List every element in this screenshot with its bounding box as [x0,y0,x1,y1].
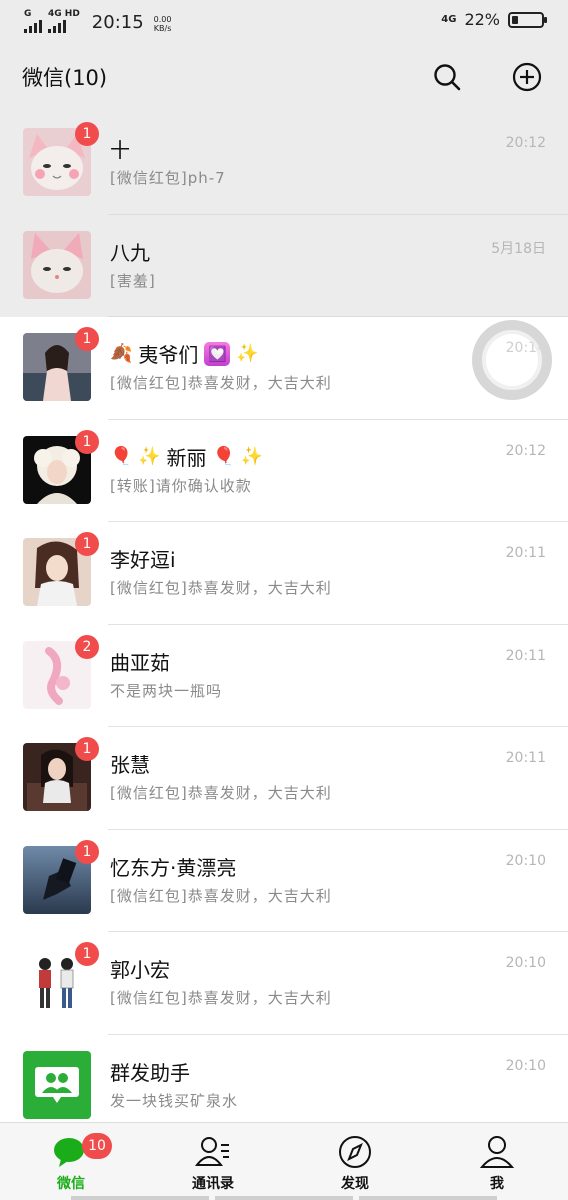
status-left: G 4G HD 20:15 0.00 KB/s [24,10,171,33]
chat-name-text: 八九 [110,240,150,265]
avatar [23,230,91,299]
chat-time: 20:11 [505,647,546,664]
contacts-icon [195,1137,229,1166]
tab-label: 发现 [341,1176,369,1192]
unread-badge: 1 [75,122,99,146]
chat-item[interactable]: 群发助手 发一块钱买矿泉水 20:10 [0,1035,568,1123]
battery-icon [508,11,547,28]
chat-time: 20:10 [505,1057,546,1074]
chat-item[interactable]: 1 李好逗i [微信红包]恭喜发财，大吉大利 20:11 [0,522,568,625]
chat-name: 曲亚茹 [110,647,170,676]
unread-badge: 1 [75,429,99,454]
speed-unit: KB/s [153,24,172,33]
sim2-signal: 4G HD [48,10,80,33]
search-icon[interactable] [432,62,462,92]
floating-assistive-button[interactable] [472,320,552,400]
unread-badge: 1 [75,737,99,761]
page-title: 微信(10) [22,66,108,90]
chat-name-text: 曲亚茹 [110,650,170,675]
chat-name-text: 十 [110,138,130,162]
chat-name: 李好逗i [110,544,176,573]
chat-item[interactable]: 2 曲亚茹 不是两块一瓶吗 20:11 [0,625,568,727]
tab-label: 我 [490,1176,504,1192]
chat-item[interactable]: 1 🎈 ✨ 新丽 🎈 ✨ [转账]请你确认收款 20:12 [0,420,568,522]
chat-item[interactable]: 1 张慧 [微信红包]恭喜发财，大吉大利 20:11 [0,727,568,830]
chat-name-text: 李好逗i [110,548,176,572]
chat-name: 郭小宏 [110,954,170,983]
heart-emoji: 💟 [204,341,231,366]
bottom-tab-bar: 10 微信 通讯录 发现 我 [0,1122,568,1200]
balloon-sparkles-emoji: 🎈 ✨ [110,445,161,467]
chat-name: 八九 [110,237,150,266]
signal-bars-icon [24,20,42,33]
chat-time: 20:12 [505,135,546,151]
bottom-strip [0,1196,568,1200]
unread-badge: 1 [75,839,99,864]
chat-name-text: 夷爷们 [138,343,199,367]
unread-badge: 1 [75,532,99,556]
chat-name-text: 忆东方·黄漂亮 [110,855,237,880]
chat-time: 5月18日 [491,240,546,257]
chat-name: 十 [110,134,130,163]
compass-icon [339,1136,371,1168]
chat-preview: [微信红包]恭喜发财，大吉大利 [110,886,332,905]
chat-preview: [微信红包]ph-7 [110,169,226,187]
status-right: 4G 22% [441,10,547,29]
network-speed: 0.00 KB/s [154,15,172,33]
chat-time: 20:10 [505,955,546,971]
unread-badge: 10 [82,1133,112,1159]
sim1-type: G [24,9,32,19]
chat-item[interactable]: 1 十 [微信红包]ph-7 20:12 [0,112,568,215]
chat-item[interactable]: 1 郭小宏 [微信红包]恭喜发财，大吉大利 20:10 [0,932,568,1035]
chat-preview: [害羞] [110,271,156,290]
unread-badge: 1 [75,942,99,966]
chat-name: 🍂 夷爷们 💟 ✨ [110,339,259,368]
chat-name: 🎈 ✨ 新丽 🎈 ✨ [110,442,263,471]
chat-list[interactable]: 1 十 [微信红包]ph-7 20:12 八九 [害羞] 5月18日 1 🍂 夷… [0,112,568,1122]
chat-name: 群发助手 [110,1057,190,1086]
tab-me[interactable]: 我 [426,1123,568,1200]
title-bar: 微信(10) [0,42,568,112]
speed-value: 0.00 [153,15,172,24]
chat-preview: [微信红包]恭喜发财，大吉大利 [110,374,332,392]
tab-label: 微信 [57,1176,85,1192]
signal-bars-icon [48,20,66,33]
chat-name-text: 群发助手 [110,1060,190,1085]
sim2-type: 4G HD [48,9,80,19]
chat-item[interactable]: 1 忆东方·黄漂亮 [微信红包]恭喜发财，大吉大利 20:10 [0,830,568,932]
status-time: 20:15 [91,12,144,33]
sparkles-emoji: ✨ [236,343,259,364]
sim1-signal: G [24,10,42,33]
battery-percent: 22% [464,10,500,29]
chat-name-text: 新丽 [166,445,207,470]
chat-preview: [微信红包]恭喜发财，大吉大利 [110,579,332,597]
person-icon [479,1136,515,1168]
balloon-sparkles-emoji: 🎈 ✨ [212,445,264,467]
chat-time: 20:12 [505,442,546,459]
broadcast-assistant-icon [23,1050,91,1119]
tab-chats[interactable]: 10 微信 [0,1123,142,1200]
chat-time: 20:11 [505,750,546,766]
status-bar: G 4G HD 20:15 0.00 KB/s 4G 22% [0,0,568,42]
tab-discover[interactable]: 发现 [284,1123,426,1200]
chat-time: 20:11 [505,545,546,561]
chat-name-text: 张慧 [110,753,150,777]
unread-badge: 1 [75,327,99,351]
tab-contacts[interactable]: 通讯录 [142,1123,284,1200]
chat-preview: 不是两块一瓶吗 [110,681,223,700]
unread-badge: 2 [75,634,99,659]
chat-preview: [微信红包]恭喜发财，大吉大利 [110,989,332,1007]
chat-name-text: 郭小宏 [110,958,170,982]
chat-time: 20:10 [505,852,546,869]
chat-preview: [转账]请你确认收款 [110,476,252,495]
leaf-emoji: 🍂 [110,343,133,364]
chat-name: 张慧 [110,749,150,778]
chat-preview: 发一块钱买矿泉水 [110,1091,239,1110]
chat-name: 忆东方·黄漂亮 [110,852,236,881]
tab-label: 通讯录 [192,1176,234,1192]
network-type: 4G [441,13,457,25]
plus-circle-icon[interactable] [512,62,542,92]
chat-item[interactable]: 八九 [害羞] 5月18日 [0,214,568,317]
chat-preview: [微信红包]恭喜发财，大吉大利 [110,784,332,802]
